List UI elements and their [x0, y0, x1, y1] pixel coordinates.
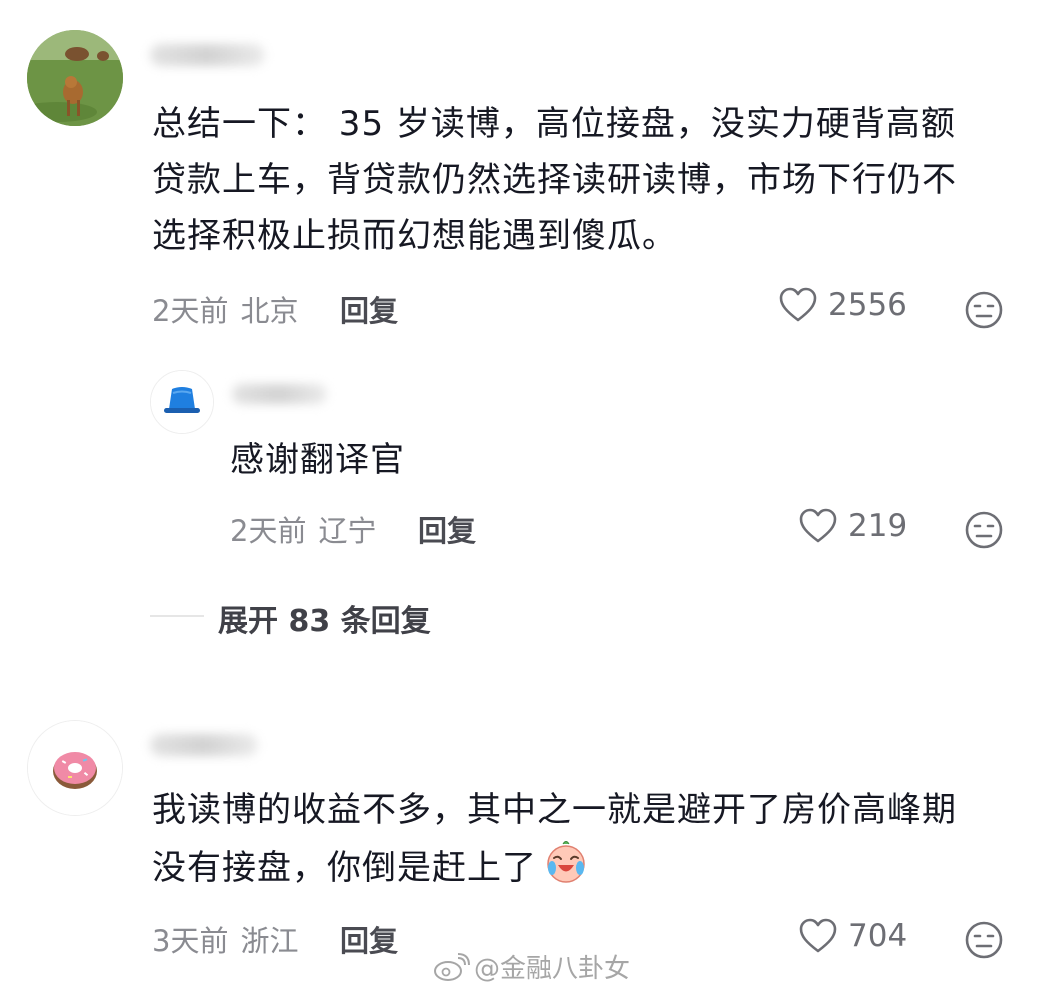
neutral-face-icon — [965, 511, 1003, 549]
expand-divider — [150, 615, 204, 617]
comment-line-text: 没有接盘，你倒是赶上了 — [152, 848, 537, 888]
replier-name-blurred[interactable] — [232, 384, 327, 404]
expand-replies-button[interactable]: 展开 83 条回复 — [218, 596, 431, 640]
commenter-avatar[interactable] — [27, 720, 123, 816]
commenter-name-blurred[interactable] — [150, 734, 258, 756]
neutral-face-icon — [965, 291, 1003, 329]
comment-body: 我读博的收益不多，其中之一就是避开了房价高峰期 没有接盘，你倒是赶上了 — [152, 782, 1032, 901]
dislike-button[interactable] — [964, 510, 1004, 554]
reply-button[interactable]: 回复 — [340, 288, 398, 330]
like-count: 2556 — [828, 287, 907, 323]
blue-hat-avatar-icon — [151, 371, 213, 433]
comment-location: 北京 — [240, 294, 299, 328]
replier-avatar[interactable] — [150, 370, 214, 434]
commenter-name-blurred[interactable] — [150, 44, 265, 66]
weibo-logo-icon — [434, 952, 470, 981]
donut-avatar-icon — [28, 721, 122, 815]
watermark: @金融八卦女 — [432, 948, 630, 985]
neutral-face-icon — [965, 921, 1003, 959]
comment-body: 总结一下： 35 岁读博，高位接盘，没实力硬背高额 贷款上车，背贷款仍然选择读研… — [152, 96, 1032, 264]
dislike-button[interactable] — [964, 290, 1004, 334]
reply-location: 辽宁 — [318, 514, 377, 548]
cow-avatar-icon — [27, 30, 123, 126]
heart-outline-icon — [779, 287, 817, 322]
comment-line: 贷款上车，背贷款仍然选择读研读博，市场下行仍不 — [152, 160, 957, 200]
dislike-button[interactable] — [964, 920, 1004, 964]
comment-line: 总结一下： 35 岁读博，高位接盘，没实力硬背高额 — [152, 104, 956, 144]
heart-outline-icon — [799, 508, 837, 543]
comment-time: 2天前 — [152, 294, 229, 328]
like-count: 219 — [848, 508, 908, 544]
like-button[interactable]: 704 — [798, 917, 907, 955]
crying-laugh-emoji-icon — [543, 838, 589, 901]
like-button[interactable]: 2556 — [778, 286, 907, 324]
comment-meta: 3天前 浙江 — [152, 918, 298, 960]
comment-meta: 2天前 北京 — [152, 288, 298, 330]
reply-body: 感谢翻译官 — [230, 440, 405, 480]
comment-location: 浙江 — [240, 924, 299, 958]
comment-line: 我读博的收益不多，其中之一就是避开了房价高峰期 — [152, 790, 957, 830]
comment-line: 没有接盘，你倒是赶上了 — [152, 838, 1032, 901]
watermark-text: @金融八卦女 — [474, 954, 631, 984]
comment-line: 选择积极止损而幻想能遇到傻瓜。 — [152, 216, 677, 256]
commenter-avatar[interactable] — [27, 30, 123, 126]
reply-meta: 2天前 辽宁 — [230, 508, 376, 550]
reply-button[interactable]: 回复 — [418, 508, 476, 550]
reply-time: 2天前 — [230, 514, 307, 548]
heart-outline-icon — [799, 918, 837, 953]
reply-button[interactable]: 回复 — [340, 918, 398, 960]
like-button[interactable]: 219 — [798, 507, 907, 545]
comment-time: 3天前 — [152, 924, 229, 958]
like-count: 704 — [848, 918, 908, 954]
